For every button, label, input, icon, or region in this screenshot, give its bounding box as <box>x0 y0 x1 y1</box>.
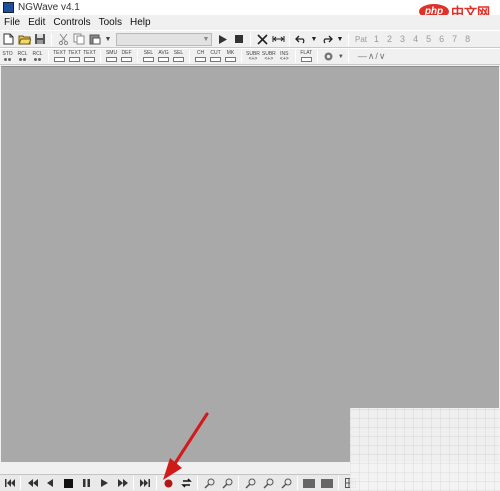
mark-button[interactable]: MK <box>224 51 237 63</box>
transport-separator <box>297 476 298 490</box>
fast-forward-icon[interactable] <box>115 476 129 490</box>
save-disk-icon[interactable] <box>33 33 47 46</box>
toolbar-separator <box>289 32 290 46</box>
average-button[interactable]: AVG <box>157 51 170 63</box>
page-button-3[interactable]: 3 <box>400 34 405 44</box>
loop-icon[interactable] <box>179 476 193 490</box>
toolbar-separator <box>250 32 251 46</box>
page-button-5[interactable]: 5 <box>426 34 431 44</box>
toolbar-separator <box>348 32 349 46</box>
recall-b-button[interactable]: RCL <box>31 51 44 63</box>
text-button-3[interactable]: TEXT <box>83 51 96 63</box>
effects-toolbar: STO RCL RCL TEXT TEXT TEXT SMU DEF SEL A… <box>0 48 500 65</box>
recall-a-button[interactable]: RCL <box>16 51 29 63</box>
menu-help[interactable]: Help <box>126 17 155 28</box>
toolbar-separator <box>347 50 349 63</box>
page-button-6[interactable]: 6 <box>439 34 444 44</box>
transport-separator <box>20 476 21 490</box>
transport-separator <box>238 476 239 490</box>
toolbar-separator <box>48 50 49 63</box>
zoom-selection-icon[interactable] <box>243 476 257 490</box>
select-button-2[interactable]: SEL <box>172 51 185 63</box>
stop-icon[interactable] <box>232 33 246 46</box>
zoom-out-icon[interactable] <box>220 476 234 490</box>
transport-separator <box>156 476 157 490</box>
subr-button-2[interactable]: SUBR <+> <box>262 51 276 63</box>
insert-button[interactable]: INS <+> <box>278 51 291 63</box>
toolbar-separator <box>189 50 190 63</box>
transport-separator <box>338 476 339 490</box>
zoom-full-icon[interactable] <box>261 476 275 490</box>
waveform-workspace[interactable] <box>1 66 499 462</box>
watermark-overlay <box>350 408 500 491</box>
paste-icon[interactable] <box>88 33 102 46</box>
gear-icon[interactable] <box>322 50 336 63</box>
page-button-1[interactable]: 1 <box>374 34 379 44</box>
subr-button-1[interactable]: SUBR <+> <box>246 51 260 63</box>
menu-file[interactable]: File <box>0 17 24 28</box>
skip-to-start-icon[interactable] <box>2 476 16 490</box>
define-button[interactable]: DEF <box>120 51 133 63</box>
step-back-icon[interactable] <box>43 476 57 490</box>
channel-button[interactable]: CH <box>194 51 207 63</box>
toolbar-separator <box>316 50 318 63</box>
zoom-vertical-icon[interactable] <box>279 476 293 490</box>
main-toolbar: ▼ ▼ ▼ ▼ Pat 1 2 3 4 5 6 7 8 <box>0 30 500 48</box>
open-folder-icon[interactable] <box>17 33 31 46</box>
page-label: Pat <box>355 34 368 44</box>
page-button-2[interactable]: 2 <box>387 34 392 44</box>
toolbar-separator <box>137 50 138 63</box>
delete-x-icon[interactable] <box>255 33 269 46</box>
menu-bar: File Edit Controls Tools Help <box>0 15 500 30</box>
skip-to-end-icon[interactable] <box>138 476 152 490</box>
smooth-button[interactable]: SMU <box>105 51 118 63</box>
stop-icon[interactable] <box>61 476 75 490</box>
zoom-in-icon[interactable] <box>202 476 216 490</box>
chevron-down-icon: ▼ <box>202 35 210 43</box>
pause-icon[interactable] <box>79 476 93 490</box>
settings-dropdown-icon[interactable]: ▼ <box>338 50 344 63</box>
redo-icon[interactable] <box>320 33 334 46</box>
copy-icon[interactable] <box>72 33 86 46</box>
rewind-icon[interactable] <box>25 476 39 490</box>
text-button-2[interactable]: TEXT <box>68 51 81 63</box>
play-icon[interactable] <box>97 476 111 490</box>
page-button-7[interactable]: 7 <box>452 34 457 44</box>
selection-combo[interactable]: ▼ <box>116 32 212 46</box>
store-b-button[interactable]: STO <box>1 51 14 63</box>
trim-icon[interactable] <box>271 33 285 46</box>
menu-edit[interactable]: Edit <box>24 17 49 28</box>
transport-separator <box>197 476 198 490</box>
text-button-1[interactable]: TEXT <box>53 51 66 63</box>
toolbar-separator <box>100 50 101 63</box>
view-box-icon-2[interactable] <box>320 476 334 490</box>
menu-controls[interactable]: Controls <box>49 17 94 28</box>
cut-icon[interactable] <box>56 33 70 46</box>
waveform-icon: —∧/∨ <box>357 51 387 61</box>
menu-tools[interactable]: Tools <box>95 17 126 28</box>
undo-icon[interactable] <box>294 33 308 46</box>
window-title: NGWave v4.1 <box>18 2 80 13</box>
toolbar-separator <box>51 32 52 46</box>
select-button-1[interactable]: SEL <box>142 51 155 63</box>
paste-dropdown-icon[interactable]: ▼ <box>104 33 112 46</box>
page-button-4[interactable]: 4 <box>413 34 418 44</box>
undo-dropdown-icon[interactable]: ▼ <box>310 33 318 46</box>
page-button-8[interactable]: 8 <box>465 34 470 44</box>
new-file-icon[interactable] <box>1 33 15 46</box>
cut-button[interactable]: CUT <box>209 51 222 63</box>
record-icon[interactable] <box>161 476 175 490</box>
toolbar-separator <box>241 50 242 63</box>
play-icon[interactable] <box>216 33 230 46</box>
flat-button[interactable]: FLAT <box>300 51 313 63</box>
app-icon <box>3 2 14 13</box>
toolbar-separator <box>294 50 296 63</box>
transport-separator <box>133 476 134 490</box>
view-box-icon[interactable] <box>302 476 316 490</box>
redo-dropdown-icon[interactable]: ▼ <box>336 33 344 46</box>
